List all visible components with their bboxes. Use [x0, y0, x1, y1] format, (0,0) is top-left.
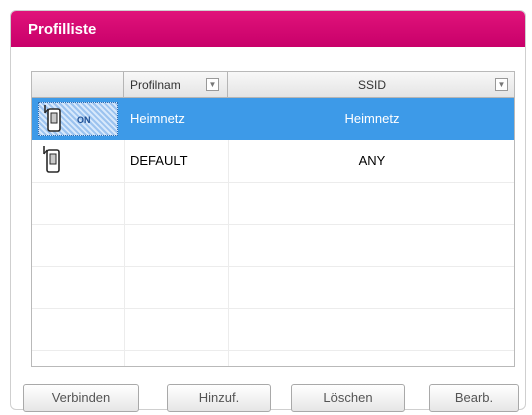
table-row[interactable]: ON Heimnetz Heimnetz — [32, 98, 514, 140]
wifi-profile-icon — [44, 105, 61, 132]
row-divider — [32, 308, 514, 309]
add-button[interactable]: Hinzuf. — [167, 384, 271, 412]
table-row[interactable]: DEFAULT ANY — [32, 140, 514, 182]
row-divider — [32, 182, 514, 183]
row-divider — [32, 350, 514, 351]
edit-button[interactable]: Bearb. — [429, 384, 519, 412]
row-divider — [32, 266, 514, 267]
header-icon-column[interactable] — [32, 72, 124, 98]
panel-title: Profilliste — [11, 11, 525, 47]
profile-ssid: Heimnetz — [344, 111, 400, 126]
profile-list-panel: Profilliste Profilnam ▼ SSID ▼ ON Heimne… — [10, 10, 526, 412]
header-profile-name-label: Profilnam — [130, 78, 181, 92]
profile-icon-cell — [38, 144, 118, 178]
chevron-down-icon[interactable]: ▼ — [495, 78, 508, 91]
delete-button[interactable]: Löschen — [291, 384, 405, 412]
profile-ssid: ANY — [358, 153, 386, 168]
header-profile-name[interactable]: Profilnam ▼ — [124, 72, 228, 98]
active-badge: ON — [77, 115, 91, 125]
profile-table[interactable]: Profilnam ▼ SSID ▼ ON Heimnetz Heimnetz — [31, 71, 515, 367]
profile-icon-cell: ON — [38, 102, 118, 136]
row-divider — [32, 224, 514, 225]
profile-name: DEFAULT — [130, 153, 188, 168]
header-ssid[interactable]: SSID ▼ — [228, 72, 516, 98]
chevron-down-icon[interactable]: ▼ — [206, 78, 219, 91]
table-header: Profilnam ▼ SSID ▼ — [32, 72, 514, 98]
header-ssid-label: SSID — [357, 78, 386, 92]
connect-button[interactable]: Verbinden — [23, 384, 139, 412]
wifi-profile-icon — [43, 146, 60, 173]
profile-name: Heimnetz — [130, 111, 185, 126]
